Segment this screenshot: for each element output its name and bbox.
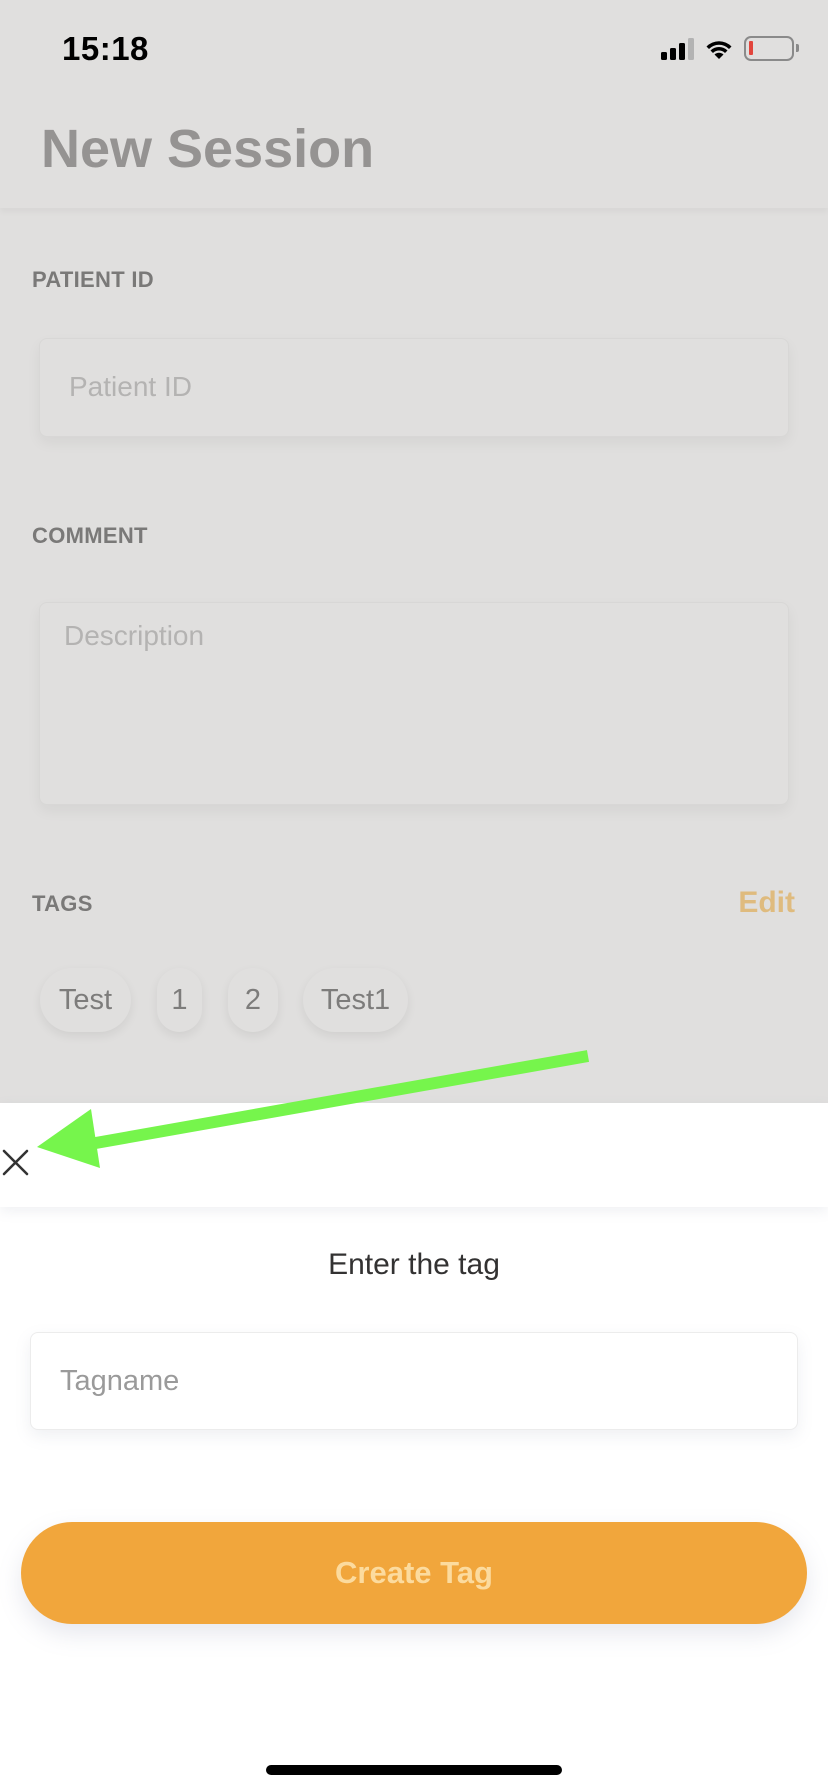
new-session-page: 15:18 New Session PATIENT ID Patient ID …: [0, 0, 828, 1103]
battery-low-icon: [744, 36, 799, 61]
wifi-icon: [706, 40, 732, 59]
page-title: New Session: [41, 119, 375, 179]
status-bar: 15:18: [0, 0, 828, 100]
tag-chip[interactable]: Test1: [303, 968, 408, 1032]
patient-id-label: PATIENT ID: [32, 267, 154, 292]
cellular-signal-icon: [661, 37, 694, 60]
comment-textarea[interactable]: Description: [39, 602, 789, 805]
comment-placeholder: Description: [64, 620, 205, 651]
patient-id-placeholder: Patient ID: [69, 371, 192, 402]
tag-chip[interactable]: 2: [228, 968, 278, 1032]
close-button[interactable]: [0, 1147, 32, 1179]
tagname-input[interactable]: [31, 1333, 797, 1429]
edit-tags-button[interactable]: Edit: [738, 886, 795, 920]
create-tag-button[interactable]: Create Tag: [21, 1522, 807, 1624]
tag-chip[interactable]: Test: [40, 968, 131, 1032]
sheet-title: Enter the tag: [328, 1248, 500, 1281]
home-indicator: [266, 1765, 562, 1775]
comment-label: COMMENT: [32, 523, 148, 548]
battery-level: [749, 41, 753, 55]
tags-label: TAGS: [32, 891, 93, 916]
close-x-icon: [2, 1149, 29, 1176]
tag-chip[interactable]: 1: [157, 968, 202, 1032]
tagname-field-container: [30, 1332, 798, 1430]
sheet-header: [0, 1103, 828, 1207]
status-icons: [661, 36, 799, 61]
status-time: 15:18: [62, 30, 149, 67]
patient-id-field[interactable]: Patient ID: [39, 338, 789, 437]
create-tag-sheet: Enter the tag Create Tag: [0, 1103, 828, 1792]
